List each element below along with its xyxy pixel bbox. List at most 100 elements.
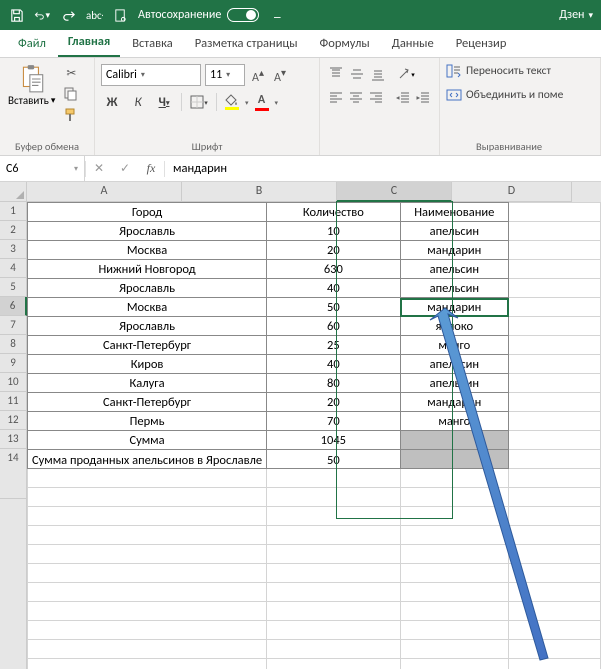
cell[interactable]: апельсин xyxy=(400,222,508,241)
cell[interactable] xyxy=(509,393,601,412)
autosave-toggle[interactable]: Автосохранение xyxy=(138,8,259,22)
tab-file[interactable]: Файл xyxy=(8,31,56,57)
cell[interactable]: мандарин xyxy=(400,393,508,412)
cell[interactable] xyxy=(509,469,601,488)
col-header-c[interactable]: C xyxy=(337,182,452,202)
cell[interactable] xyxy=(400,450,508,469)
cell[interactable] xyxy=(28,564,267,583)
cell[interactable]: Количество xyxy=(267,203,400,222)
row-header-13[interactable]: 13 xyxy=(0,430,27,449)
cell[interactable] xyxy=(267,602,400,621)
cell[interactable] xyxy=(28,583,267,602)
cell[interactable] xyxy=(509,450,601,469)
cell[interactable] xyxy=(400,526,508,545)
cell[interactable]: 10 xyxy=(267,222,400,241)
align-middle-icon[interactable] xyxy=(347,64,367,84)
cell[interactable] xyxy=(509,545,601,564)
row-header-8[interactable]: 8 xyxy=(0,335,27,354)
cell[interactable]: 40 xyxy=(267,279,400,298)
cell[interactable] xyxy=(509,222,601,241)
cell[interactable]: 50 xyxy=(267,298,400,317)
cancel-formula-icon[interactable]: ✕ xyxy=(86,156,112,181)
select-all-corner[interactable] xyxy=(0,182,27,202)
cell[interactable] xyxy=(509,260,601,279)
decrease-indent-icon[interactable] xyxy=(394,88,413,108)
cell[interactable] xyxy=(28,545,267,564)
merge-button[interactable]: Объединить и поме xyxy=(446,86,594,104)
cell[interactable] xyxy=(509,336,601,355)
cell[interactable] xyxy=(267,564,400,583)
align-left-icon[interactable] xyxy=(326,88,345,108)
cell[interactable]: 20 xyxy=(267,241,400,260)
redo-icon[interactable] xyxy=(60,7,76,23)
cell[interactable] xyxy=(267,545,400,564)
cell[interactable]: Калуга xyxy=(28,374,267,393)
increase-font-icon[interactable]: A▴ xyxy=(249,66,267,85)
cell[interactable] xyxy=(267,526,400,545)
cell[interactable] xyxy=(400,621,508,640)
row-header-10[interactable]: 10 xyxy=(0,373,27,392)
orientation-icon[interactable]: ▾ xyxy=(396,64,416,84)
cell[interactable] xyxy=(400,507,508,526)
row-header-14[interactable]: 14 xyxy=(0,449,27,499)
cell[interactable]: манго xyxy=(400,336,508,355)
cell[interactable]: Санкт-Петербург xyxy=(28,393,267,412)
borders-button[interactable]: ▾ xyxy=(188,92,210,112)
cell[interactable]: Нижний Новгород xyxy=(28,260,267,279)
increase-indent-icon[interactable] xyxy=(414,88,433,108)
fx-icon[interactable]: fx xyxy=(138,156,164,181)
font-size-combo[interactable]: 11▾ xyxy=(205,64,245,86)
cell[interactable] xyxy=(509,583,601,602)
cell[interactable]: Киров xyxy=(28,355,267,374)
row-header-7[interactable]: 7 xyxy=(0,316,27,335)
cell[interactable] xyxy=(400,583,508,602)
row-header-3[interactable]: 3 xyxy=(0,240,27,259)
cell[interactable]: 20 xyxy=(267,393,400,412)
cell[interactable] xyxy=(28,640,267,659)
row-header-11[interactable]: 11 xyxy=(0,392,27,411)
cell[interactable] xyxy=(509,279,601,298)
copy-icon[interactable] xyxy=(61,85,81,103)
cell[interactable] xyxy=(400,640,508,659)
cell[interactable]: Ярославль xyxy=(28,222,267,241)
cell[interactable] xyxy=(509,488,601,507)
cell[interactable]: Ярославль xyxy=(28,279,267,298)
cell[interactable]: Наименование xyxy=(400,203,508,222)
user-account[interactable]: Дзен ▾ xyxy=(559,8,593,22)
cell[interactable] xyxy=(400,545,508,564)
formula-input[interactable]: мандарин xyxy=(165,161,601,176)
cell[interactable] xyxy=(400,488,508,507)
cell[interactable] xyxy=(509,412,601,431)
cell[interactable] xyxy=(400,431,508,450)
tab-formulas[interactable]: Формулы xyxy=(310,31,380,57)
touch-mode-icon[interactable] xyxy=(112,7,128,23)
cell[interactable] xyxy=(267,507,400,526)
cell[interactable] xyxy=(509,526,601,545)
row-header-5[interactable]: 5 xyxy=(0,278,27,297)
cell[interactable] xyxy=(28,488,267,507)
tab-page-layout[interactable]: Разметка страницы xyxy=(185,31,308,57)
tab-insert[interactable]: Вставка xyxy=(122,31,183,57)
cell[interactable]: Москва xyxy=(28,241,267,260)
name-box[interactable]: C6▾ xyxy=(0,156,85,181)
cell[interactable] xyxy=(509,317,601,336)
cell[interactable] xyxy=(400,659,508,669)
col-header-b[interactable]: B xyxy=(182,182,337,202)
row-header-12[interactable]: 12 xyxy=(0,411,27,430)
format-painter-icon[interactable] xyxy=(61,106,81,124)
row-header-2[interactable]: 2 xyxy=(0,221,27,240)
cell[interactable] xyxy=(267,583,400,602)
cell[interactable]: апельсин xyxy=(400,279,508,298)
cell[interactable]: 60 xyxy=(267,317,400,336)
cell[interactable] xyxy=(509,431,601,450)
cell[interactable] xyxy=(400,469,508,488)
font-name-combo[interactable]: Calibri▾ xyxy=(101,64,201,86)
cell[interactable] xyxy=(509,374,601,393)
fill-color-button[interactable] xyxy=(223,94,241,110)
cell[interactable] xyxy=(28,507,267,526)
cut-icon[interactable]: ✂ xyxy=(61,64,81,82)
cell[interactable] xyxy=(28,659,267,669)
cell[interactable] xyxy=(267,488,400,507)
cell[interactable] xyxy=(509,507,601,526)
col-header-d[interactable]: D xyxy=(452,182,572,202)
